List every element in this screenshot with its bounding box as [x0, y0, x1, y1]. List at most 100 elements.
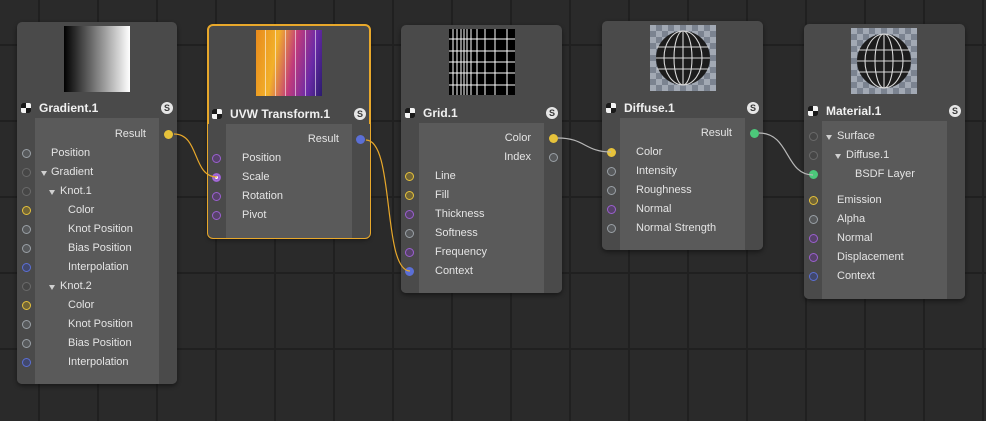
input-port-scale[interactable]	[212, 173, 221, 182]
solo-s-icon[interactable]: S	[747, 102, 759, 114]
input-port-knot2-position[interactable]	[22, 320, 31, 329]
input-port-context[interactable]	[405, 267, 414, 276]
input-port-context[interactable]	[809, 272, 818, 281]
input-label-knot1-position: Knot Position	[68, 223, 133, 235]
input-label-knot1-bias: Bias Position	[68, 242, 132, 254]
input-label-knot1: Knot.1	[60, 185, 92, 197]
output-label-index: Index	[504, 151, 531, 163]
input-label-knot2-position: Knot Position	[68, 318, 133, 330]
input-port-bsdf-layer[interactable]	[809, 170, 818, 179]
expand-triangle-icon[interactable]	[49, 190, 55, 195]
input-port-normal[interactable]	[809, 234, 818, 243]
input-port-softness[interactable]	[405, 229, 414, 238]
node-title: UVW Transform.1	[230, 107, 331, 121]
input-port-emission[interactable]	[809, 196, 818, 205]
input-port-alpha[interactable]	[809, 215, 818, 224]
input-label-normal: Normal	[636, 203, 672, 215]
diffuse-node[interactable]: Diffuse.1 S Result Color Intensity Rough…	[602, 21, 763, 250]
solo-s-icon[interactable]: S	[949, 105, 961, 117]
input-port-knot2-interp[interactable]	[22, 358, 31, 367]
uvw-transform-node[interactable]: UVW Transform.1 S Result Position Scale …	[207, 24, 371, 239]
material-node[interactable]: Material.1 S Surface Diffuse.1 BSDF Laye…	[804, 24, 965, 299]
uvw-transform-node-header[interactable]: UVW Transform.1 S	[208, 105, 370, 123]
input-port-pivot[interactable]	[212, 211, 221, 220]
material-node-header[interactable]: Material.1 S	[804, 102, 965, 120]
input-port-knot1-color[interactable]	[22, 206, 31, 215]
node-checker-icon	[808, 106, 818, 116]
expand-triangle-icon[interactable]	[835, 154, 841, 159]
input-label-position: Position	[51, 147, 91, 159]
input-port-thickness[interactable]	[405, 210, 414, 219]
input-port-diffuse1[interactable]	[809, 151, 818, 160]
expand-triangle-icon[interactable]	[49, 285, 55, 290]
output-port-result[interactable]	[356, 135, 365, 144]
node-checker-icon	[405, 108, 415, 118]
input-port-knot2-bias[interactable]	[22, 339, 31, 348]
input-label-softness: Softness	[435, 227, 478, 239]
input-port-color[interactable]	[607, 148, 616, 157]
output-label-result: Result	[700, 127, 732, 139]
grid-node[interactable]: Grid.1 S Color Index Line Fill Thickness…	[401, 25, 562, 293]
input-port-line[interactable]	[405, 172, 414, 181]
input-port-gradient[interactable]	[22, 168, 31, 177]
output-label-result: Result	[114, 128, 146, 140]
input-port-roughness[interactable]	[607, 186, 616, 195]
input-port-displacement[interactable]	[809, 253, 818, 262]
input-label-knot2: Knot.2	[60, 280, 92, 292]
grid-node-header[interactable]: Grid.1 S	[401, 104, 562, 122]
input-label-alpha: Alpha	[837, 213, 866, 225]
input-port-knot1-interp[interactable]	[22, 263, 31, 272]
solo-s-icon[interactable]: S	[161, 102, 173, 114]
diffuse-preview	[650, 25, 716, 91]
input-label-displacement: Displacement	[837, 251, 904, 263]
node-title: Grid.1	[423, 106, 458, 120]
node-checker-icon	[212, 109, 222, 119]
diffuse-node-header[interactable]: Diffuse.1 S	[602, 99, 763, 117]
output-port-index[interactable]	[549, 153, 558, 162]
grid-preview	[449, 29, 515, 95]
input-label-context: Context	[837, 270, 875, 282]
node-title: Gradient.1	[39, 101, 99, 115]
input-label-surface: Surface	[837, 130, 875, 142]
input-label-roughness: Roughness	[636, 184, 692, 196]
input-label-knot2-bias: Bias Position	[68, 337, 132, 349]
input-port-intensity[interactable]	[607, 167, 616, 176]
node-title: Diffuse.1	[624, 101, 675, 115]
sphere-preview-graphic	[656, 30, 710, 86]
input-port-position[interactable]	[22, 149, 31, 158]
node-checker-icon	[606, 103, 616, 113]
input-port-rotation[interactable]	[212, 192, 221, 201]
input-label-knot2-interp: Interpolation	[68, 356, 129, 368]
solo-s-icon[interactable]: S	[354, 108, 366, 120]
input-label-knot2-color: Color	[68, 299, 95, 311]
input-port-knot2[interactable]	[22, 282, 31, 291]
sphere-preview-graphic	[857, 33, 911, 89]
output-port-color[interactable]	[549, 134, 558, 143]
input-label-scale: Scale	[242, 171, 270, 183]
input-port-fill[interactable]	[405, 191, 414, 200]
input-port-normal[interactable]	[607, 205, 616, 214]
input-label-knot1-interp: Interpolation	[68, 261, 129, 273]
input-port-knot1-position[interactable]	[22, 225, 31, 234]
output-port-result[interactable]	[164, 130, 173, 139]
input-port-position[interactable]	[212, 154, 221, 163]
uvw-transform-preview	[256, 30, 322, 96]
input-port-knot2-color[interactable]	[22, 301, 31, 310]
input-port-knot1[interactable]	[22, 187, 31, 196]
solo-s-icon[interactable]: S	[546, 107, 558, 119]
gradient-node-header[interactable]: Gradient.1 S	[17, 99, 177, 117]
gradient-node[interactable]: Gradient.1 S Result Position Gradient Kn…	[17, 22, 177, 384]
output-port-result[interactable]	[750, 129, 759, 138]
input-port-normal-strength[interactable]	[607, 224, 616, 233]
input-label-intensity: Intensity	[636, 165, 677, 177]
input-label-normal-strength: Normal Strength	[636, 222, 717, 234]
gradient-preview	[64, 26, 130, 92]
input-label-thickness: Thickness	[435, 208, 485, 220]
input-port-surface[interactable]	[809, 132, 818, 141]
output-label-result: Result	[307, 133, 339, 145]
input-port-knot1-bias[interactable]	[22, 244, 31, 253]
input-port-frequency[interactable]	[405, 248, 414, 257]
input-label-context: Context	[435, 265, 473, 277]
expand-triangle-icon[interactable]	[826, 135, 832, 140]
expand-triangle-icon[interactable]	[41, 171, 47, 176]
